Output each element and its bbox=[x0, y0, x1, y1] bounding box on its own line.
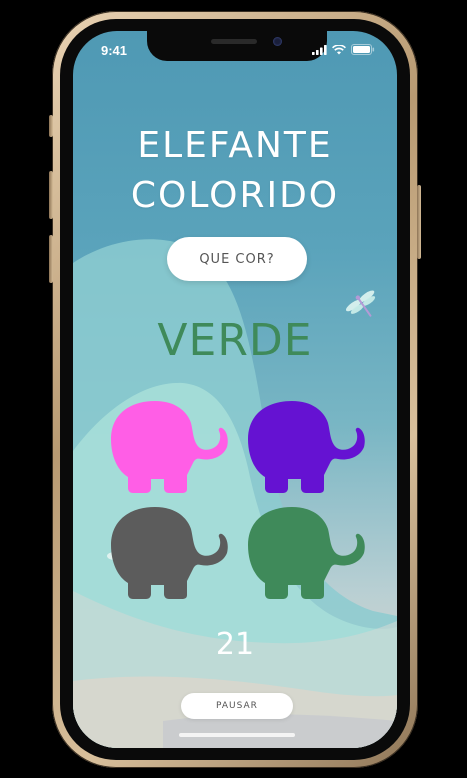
title-line-2: COLORIDO bbox=[130, 175, 340, 216]
elephant-shape bbox=[248, 401, 365, 493]
home-indicator[interactable] bbox=[179, 733, 295, 737]
status-time: 9:41 bbox=[101, 43, 128, 58]
elephant-shape bbox=[111, 401, 228, 493]
battery-icon bbox=[351, 44, 375, 55]
silent-switch bbox=[49, 115, 53, 137]
volume-up-button bbox=[49, 171, 53, 219]
app-screen: 9:41 ELEFANTE COLORIDO QUE COR? VERDE 21… bbox=[73, 31, 397, 748]
front-camera bbox=[273, 37, 282, 46]
elephant-gray[interactable] bbox=[111, 507, 229, 599]
notch bbox=[147, 31, 327, 61]
que-cor-button[interactable]: QUE COR? bbox=[167, 237, 307, 281]
earpiece-speaker bbox=[211, 39, 257, 44]
volume-down-button bbox=[49, 235, 53, 283]
target-color-word: VERDE bbox=[157, 315, 313, 366]
elephant-purple[interactable] bbox=[248, 401, 366, 493]
pause-button[interactable]: PAUSAR bbox=[181, 693, 293, 719]
countdown-counter: 21 bbox=[215, 627, 255, 662]
phone-frame: 9:41 ELEFANTE COLORIDO QUE COR? VERDE 21… bbox=[49, 11, 421, 768]
elephant-pink[interactable] bbox=[111, 401, 229, 493]
elephant-green[interactable] bbox=[248, 507, 366, 599]
elephant-shape bbox=[248, 507, 365, 599]
elephant-shape bbox=[111, 507, 228, 599]
title-line-1: ELEFANTE bbox=[137, 125, 333, 166]
signal-icon bbox=[312, 45, 327, 55]
status-icons bbox=[312, 44, 375, 55]
power-button bbox=[417, 185, 421, 259]
wifi-icon bbox=[332, 45, 346, 55]
stage: 9:41 ELEFANTE COLORIDO QUE COR? VERDE 21… bbox=[0, 0, 467, 778]
